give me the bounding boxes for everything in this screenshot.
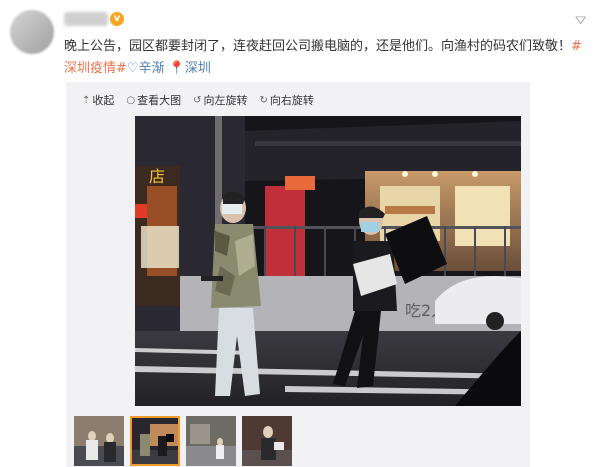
user-avatar[interactable] — [10, 10, 54, 54]
location-icon: 📍 — [168, 61, 185, 76]
thumbnail-strip — [74, 416, 292, 466]
post-body: 晚上公告，园区都要封闭了，连夜赶回公司搬电脑的，还是他们。向渔村的码农们致敬！ — [64, 39, 572, 54]
search-icon: ○ — [126, 94, 136, 106]
thumbnail-4[interactable] — [242, 416, 292, 466]
mention-link[interactable]: 辛渐 — [139, 61, 165, 76]
collapse-button[interactable]: ⇡ 收起 — [82, 92, 114, 108]
rotate-right-button[interactable]: ↻ 向右旋转 — [260, 92, 314, 108]
shop-sign: 店 — [149, 167, 165, 186]
view-large-button[interactable]: ○ 查看大图 — [126, 92, 181, 108]
rotate-left-button[interactable]: ↺ 向左旋转 — [193, 92, 247, 108]
collapse-icon: ⇡ — [82, 94, 91, 106]
media-toolbar: ⇡ 收起 ○ 查看大图 ↺ 向左旋转 ↻ 向右旋转 — [82, 92, 314, 108]
post-text: 晚上公告，园区都要封闭了，连夜赶回公司搬电脑的，还是他们。向渔村的码农们致敬！#… — [64, 36, 584, 80]
media-panel: ⇡ 收起 ○ 查看大图 ↺ 向左旋转 ↻ 向右旋转 店 吃2人 — [66, 82, 530, 467]
mention-icon: ♡ — [126, 61, 139, 76]
rotate-left-icon: ↺ — [193, 94, 202, 106]
verified-badge-icon: v — [110, 12, 124, 26]
thumbnail-3[interactable] — [186, 416, 236, 466]
main-photo[interactable]: 店 吃2人 — [135, 116, 521, 406]
thumbnail-1[interactable] — [74, 416, 124, 466]
thumbnail-2-selected[interactable] — [130, 416, 180, 466]
rotate-right-icon: ↻ — [259, 94, 268, 106]
location-link[interactable]: 深圳 — [185, 61, 211, 76]
chevron-down-icon[interactable]: ▽ — [575, 14, 586, 25]
username-blurred[interactable] — [64, 12, 108, 26]
